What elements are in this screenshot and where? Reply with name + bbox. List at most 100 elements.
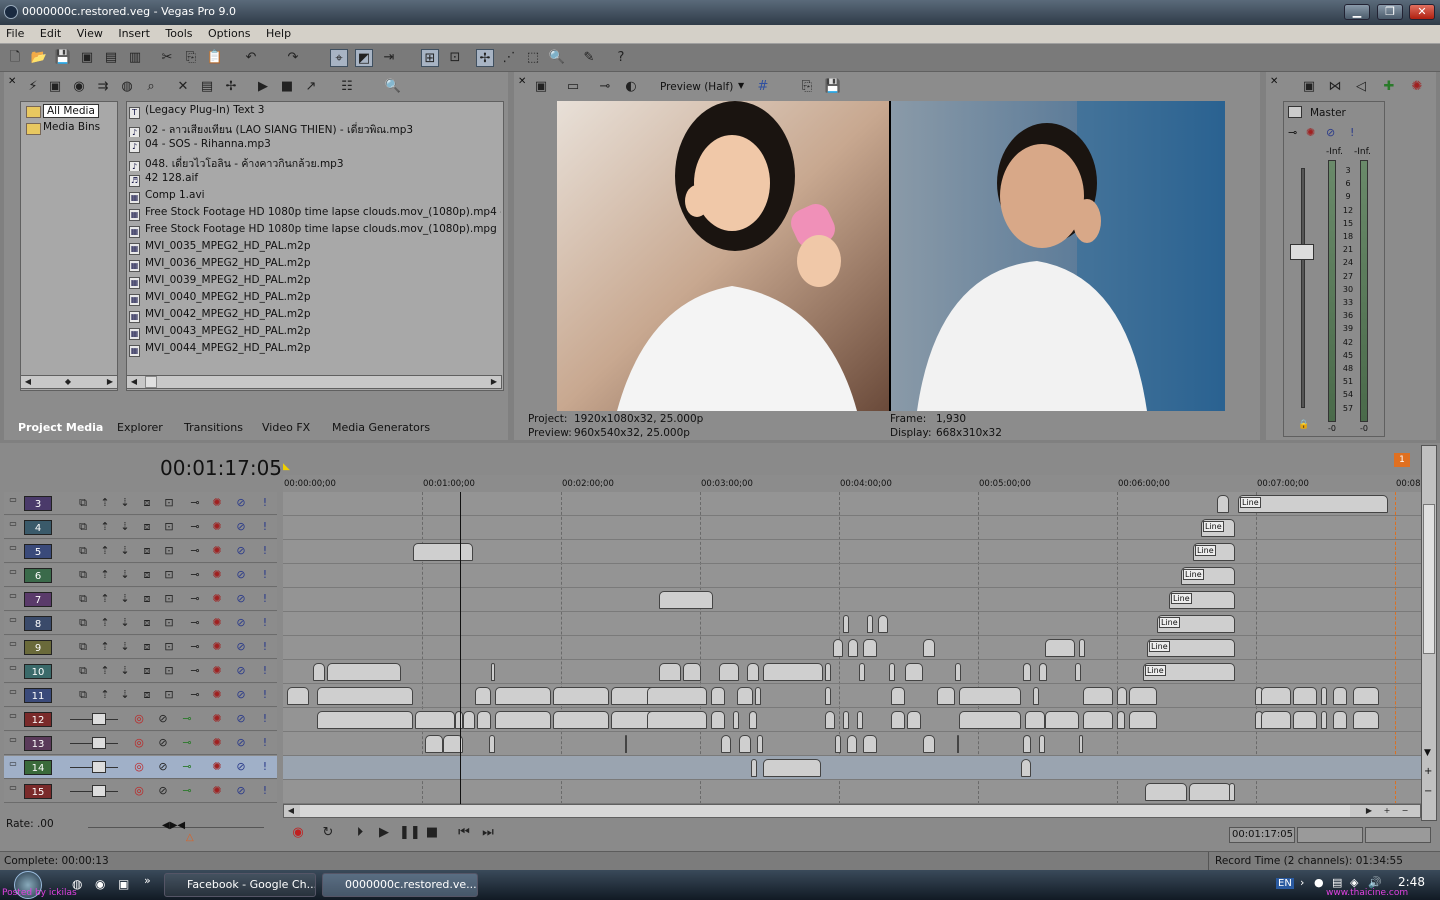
solo-icon[interactable]: ! — [258, 615, 272, 631]
timeline-event[interactable] — [1145, 783, 1187, 801]
timeline-event[interactable] — [848, 639, 858, 657]
play-icon[interactable]: ▶ — [375, 824, 393, 842]
solo-icon[interactable]: ! — [258, 591, 272, 607]
selection-end-field[interactable] — [1297, 827, 1363, 843]
save-icon[interactable]: 💾 — [54, 49, 72, 67]
timeline-event[interactable] — [763, 759, 821, 777]
timeline-event[interactable] — [891, 711, 905, 729]
master-fx-icon[interactable]: ✺ — [1408, 78, 1426, 96]
track-expand-icon[interactable]: ▭ — [6, 756, 20, 772]
timeline-event[interactable] — [937, 687, 955, 705]
timeline-event[interactable] — [867, 615, 873, 633]
pan-icon[interactable]: ⊸ — [180, 711, 194, 727]
track-number[interactable]: 12 — [24, 712, 52, 727]
track-number[interactable]: 3 — [24, 496, 52, 511]
track-header-9[interactable]: ▭ 9 ⧉ ⇡ ⇣ ⧈ ⊡ ⊸ ✺ ⊘! — [4, 636, 277, 659]
solo-icon[interactable]: ! — [1350, 126, 1354, 139]
timeline-event[interactable] — [905, 663, 923, 681]
timeline-event[interactable] — [625, 735, 627, 753]
track-motion-icon[interactable]: ⧉ — [76, 519, 90, 535]
level-icon[interactable]: ⊸ — [188, 615, 202, 631]
composite-child-icon[interactable]: ⇣ — [118, 663, 132, 679]
timeline-event[interactable] — [1023, 735, 1031, 753]
views-icon[interactable]: ☷ — [338, 78, 356, 96]
timeline-event[interactable] — [659, 663, 681, 681]
track-motion-icon[interactable]: ⧉ — [76, 567, 90, 583]
track-motion-icon[interactable]: ⧉ — [76, 639, 90, 655]
track-lane[interactable] — [283, 708, 1421, 732]
go-to-end-icon[interactable]: ⏭ — [479, 824, 497, 842]
track-motion-icon[interactable]: ⧉ — [76, 687, 90, 703]
composite-parent-icon[interactable]: ⇡ — [98, 495, 112, 511]
more-chevron-icon[interactable]: » — [144, 874, 151, 887]
track-header-12[interactable]: ▭ 12 ◎ ⊘ ⊸ ✺ ⊘! — [4, 708, 277, 731]
fx-icon[interactable]: ✺ — [210, 495, 224, 511]
mute-icon[interactable]: ⊘ — [234, 567, 248, 583]
arm-record-icon[interactable]: ◎ — [132, 711, 146, 727]
redo-icon[interactable]: ↷ — [284, 49, 302, 67]
ignore-grouping-icon[interactable]: ⊡ — [446, 49, 464, 67]
track-expand-icon[interactable]: ▭ — [6, 636, 20, 652]
fx-icon[interactable]: ✺ — [210, 663, 224, 679]
video-fx-icon[interactable]: ⊸ — [596, 78, 614, 96]
pan-icon[interactable]: ⊸ — [180, 783, 194, 799]
timeline-event[interactable] — [415, 711, 455, 729]
timeline-event[interactable] — [847, 735, 857, 753]
solo-icon[interactable]: ! — [258, 567, 272, 583]
fx-icon[interactable]: ✺ — [210, 615, 224, 631]
track-lane[interactable] — [283, 684, 1421, 708]
snapping-icon[interactable]: ⌖ — [330, 49, 348, 67]
tab-video-fx[interactable]: Video FX — [262, 421, 310, 434]
close-panel-icon[interactable]: ✕ — [8, 76, 16, 87]
auto-ripple-icon[interactable]: ⇥ — [380, 49, 398, 67]
track-lane[interactable] — [283, 780, 1421, 804]
track-number[interactable]: 8 — [24, 616, 52, 631]
compositing-mode-icon[interactable]: ⧈ — [140, 639, 154, 655]
paste-icon[interactable]: 📋 — [206, 49, 224, 67]
track-number[interactable]: 15 — [24, 784, 52, 799]
mute-icon[interactable]: ⊘ — [234, 639, 248, 655]
timeline-event[interactable] — [1321, 711, 1327, 729]
timeline-event[interactable] — [733, 711, 739, 729]
track-lane[interactable]: Line — [283, 588, 1421, 612]
fx-icon[interactable]: ✺ — [210, 711, 224, 727]
dim-output-icon[interactable]: ◁ — [1352, 78, 1370, 96]
media-list-item[interactable]: ▦ Free Stock Footage HD 1080p time lapse … — [129, 223, 501, 239]
timeline-event[interactable] — [959, 711, 1021, 729]
solo-icon[interactable]: ! — [258, 663, 272, 679]
composite-child-icon[interactable]: ⇣ — [118, 543, 132, 559]
track-motion-icon[interactable]: ⧉ — [76, 495, 90, 511]
track-header-11[interactable]: ▭ 11 ⧉ ⇡ ⇣ ⧈ ⊡ ⊸ ✺ ⊘! — [4, 684, 277, 707]
timeline-event[interactable] — [327, 663, 401, 681]
copy-snapshot-icon[interactable]: ⎘ — [798, 78, 816, 96]
track-expand-icon[interactable]: ▭ — [6, 732, 20, 748]
timeline-event[interactable] — [833, 639, 843, 657]
track-number[interactable]: 14 — [24, 760, 52, 775]
timeline-event[interactable] — [413, 543, 473, 561]
media-list-item[interactable]: ♪ 048. เดี่ยวไวโอลิน - ค้างคาวกินกล้วย.mp… — [129, 155, 501, 171]
preview-quality-select[interactable]: Preview (Half) — [660, 81, 733, 93]
rate-slider-handle[interactable]: ◀▶◀ — [162, 820, 185, 831]
timeline-event[interactable] — [1021, 759, 1031, 777]
selection-tool-icon[interactable]: ⬚ — [524, 49, 542, 67]
timeline-event[interactable] — [1045, 711, 1079, 729]
composite-child-icon[interactable]: ⇣ — [118, 567, 132, 583]
pan-icon[interactable]: ⊸ — [180, 735, 194, 751]
track-header-13[interactable]: ▭ 13 ◎ ⊘ ⊸ ✺ ⊘! — [4, 732, 277, 755]
timeline-event[interactable] — [878, 615, 888, 633]
quicklaunch-icon[interactable]: ▣ — [118, 877, 129, 891]
get-media-icon[interactable]: ⇉ — [94, 78, 112, 96]
media-toolbar-icon[interactable]: ⚡ — [24, 78, 42, 96]
timeline-event[interactable] — [957, 735, 959, 753]
timeline-event[interactable] — [825, 687, 831, 705]
media-list-item[interactable]: ▦ MVI_0043_MPEG2_HD_PAL.m2p — [129, 325, 501, 341]
track-fx-icon[interactable]: ⊡ — [162, 687, 176, 703]
overlays-icon[interactable]: # — [754, 78, 772, 96]
composite-parent-icon[interactable]: ⇡ — [98, 615, 112, 631]
arm-record-icon[interactable]: ◎ — [132, 759, 146, 775]
pause-icon[interactable]: ❚❚ — [399, 824, 421, 842]
timeline-event[interactable] — [463, 711, 475, 729]
level-icon[interactable]: ⊸ — [188, 687, 202, 703]
compositing-mode-icon[interactable]: ⧈ — [140, 567, 154, 583]
timeline-event[interactable] — [425, 735, 443, 753]
